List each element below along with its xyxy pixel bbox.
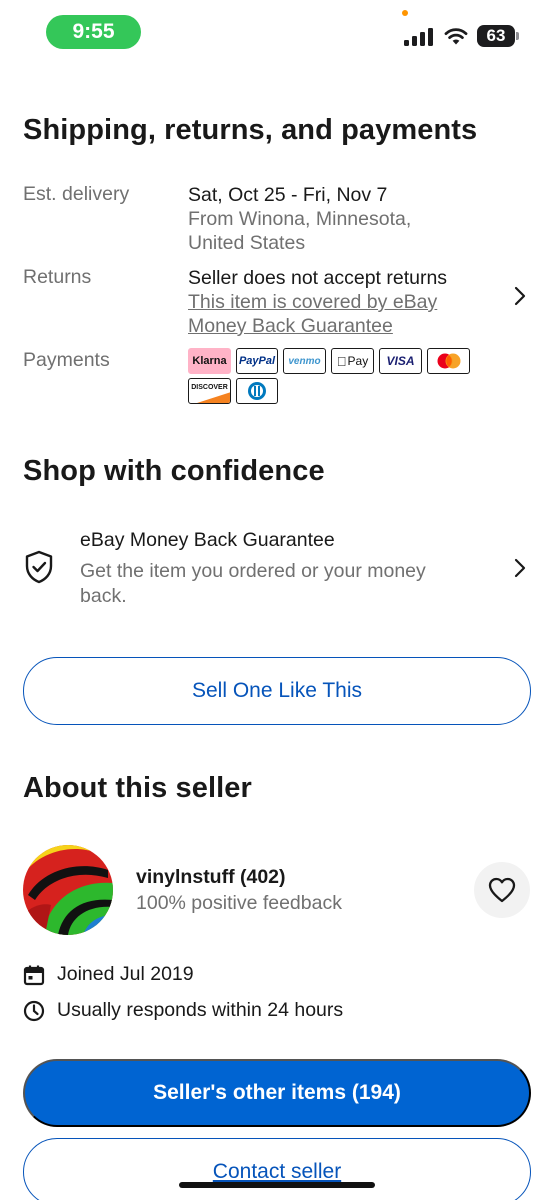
- returns-value: Seller does not accept returns This item…: [188, 266, 447, 338]
- apple-pay-label: Pay: [342, 354, 369, 368]
- venmo-icon: venmo: [283, 348, 326, 374]
- mastercard-circles-icon: [437, 353, 460, 369]
- discover-label: DISCOVER: [191, 384, 228, 391]
- seller-avatar-image: [23, 845, 113, 935]
- sell-one-like-this-button[interactable]: Sell One Like This: [23, 657, 531, 725]
- shield-check-icon: [25, 550, 53, 584]
- delivery-value: Sat, Oct 25 - Fri, Nov 7 From Winona, Mi…: [188, 183, 411, 255]
- wifi-icon: [444, 28, 468, 45]
- returns-chevron-right-icon[interactable]: [510, 286, 530, 306]
- seller-name[interactable]: vinylnstuff (402): [136, 866, 286, 889]
- joined-text: Joined Jul 2019: [57, 963, 194, 985]
- status-bar: 9:55 63: [0, 0, 554, 62]
- mastercard-icon: [427, 348, 470, 374]
- seller-section-title: About this seller: [23, 772, 252, 804]
- privacy-indicator-dot: [402, 10, 408, 16]
- contact-seller-button[interactable]: Contact seller: [23, 1138, 531, 1200]
- responds-row: Usually responds within 24 hours: [23, 999, 343, 1022]
- confidence-section-title: Shop with confidence: [23, 455, 325, 487]
- returns-label: Returns: [23, 266, 92, 288]
- guarantee-description: Get the item you ordered or your money b…: [80, 560, 426, 607]
- paypal-icon: PayPal: [236, 348, 278, 374]
- follow-seller-button[interactable]: [474, 862, 530, 918]
- diners-club-logo-icon: [248, 382, 266, 400]
- payments-label: Payments: [23, 349, 110, 371]
- battery-indicator: 63: [477, 25, 515, 47]
- status-time: 9:55: [46, 15, 141, 49]
- klarna-icon: Klarna: [188, 348, 231, 374]
- apple-pay-icon: Pay: [331, 348, 374, 374]
- heart-icon: [488, 877, 516, 903]
- joined-row: Joined Jul 2019: [23, 963, 194, 986]
- diners-club-icon: [236, 378, 278, 404]
- page: 9:55 63 Shipping, returns, and payments …: [0, 0, 554, 1200]
- money-back-link-line2[interactable]: Money Back Guarantee: [188, 314, 393, 338]
- contact-seller-label: Contact seller: [212, 1160, 342, 1183]
- shipping-section-title: Shipping, returns, and payments: [23, 114, 478, 146]
- responds-text: Usually responds within 24 hours: [57, 999, 344, 1021]
- payment-methods: Klarna PayPal venmo Pay VISA DISCOVER: [188, 348, 478, 408]
- calendar-icon: [23, 965, 45, 985]
- seller-avatar[interactable]: [23, 845, 113, 935]
- cellular-signal-icon: [404, 28, 433, 46]
- delivery-dates: Sat, Oct 25 - Fri, Nov 7: [188, 184, 388, 206]
- visa-icon: VISA: [379, 348, 422, 374]
- battery-nub: [516, 32, 519, 40]
- home-indicator[interactable]: [179, 1182, 375, 1188]
- clock-icon: [23, 1000, 45, 1021]
- money-back-link-line1[interactable]: This item is covered by eBay: [188, 290, 437, 314]
- guarantee-title[interactable]: eBay Money Back Guarantee: [80, 529, 335, 552]
- returns-policy: Seller does not accept returns: [188, 267, 448, 289]
- seller-feedback: 100% positive feedback: [136, 892, 342, 914]
- delivery-origin-line1: From Winona, Minnesota,: [188, 208, 412, 230]
- guarantee-chevron-right-icon[interactable]: [510, 558, 530, 578]
- delivery-label: Est. delivery: [23, 183, 130, 205]
- sellers-other-items-button[interactable]: Seller's other items (194): [23, 1059, 531, 1127]
- discover-icon: DISCOVER: [188, 378, 231, 404]
- delivery-origin-line2: United States: [188, 232, 306, 254]
- discover-stripe-icon: [197, 392, 230, 403]
